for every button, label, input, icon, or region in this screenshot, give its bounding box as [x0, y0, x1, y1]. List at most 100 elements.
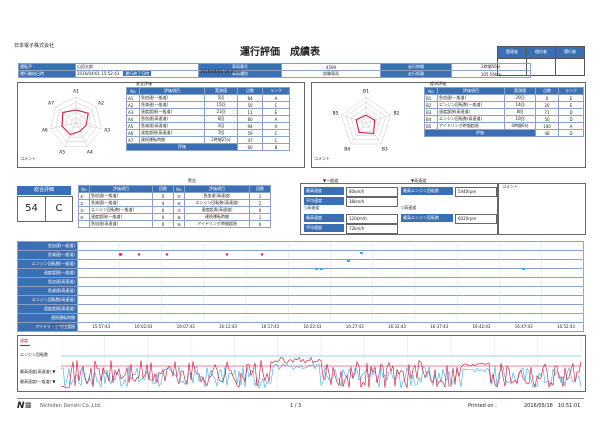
economy-cell: 71: [535, 108, 559, 116]
counts-cell: ⑥: [173, 199, 185, 207]
safety-row: A5 急減速(高速道) 2回 94 A: [126, 122, 290, 130]
counts-cell: 2: [249, 199, 271, 207]
page-title: 運行評価 成績表: [240, 47, 320, 58]
radar-axis-label: A6: [42, 128, 48, 134]
safety-row: A2 急減速(一般道) 15回 50 C: [126, 101, 290, 109]
economy-total-rank: D: [558, 129, 584, 137]
counts-cell: エンジン回転数(一般道): [89, 206, 153, 214]
counts-row: ① 急加速(一般道) 0 ⑤ 急加速(高速道) 1: [78, 192, 271, 200]
economy-total-row: 評価 48 D: [424, 129, 584, 137]
counts-cell: エンジン回転数(高速道): [184, 199, 250, 207]
time-tick-label: 16:12:43: [219, 324, 237, 329]
approval-stamp-box[interactable]: [555, 58, 585, 76]
counts-cell: ①: [78, 192, 90, 200]
counts-cell: 4: [152, 199, 174, 207]
counts-cell: アイドリング時間超過: [184, 220, 250, 228]
safety-table: No 評価項目 実測値 点数 ランク A1 急加速(一般道) 5回 84 A A2 急減速(…: [126, 87, 290, 151]
safety-total-score: 60: [237, 143, 263, 151]
counts-cell: ②: [78, 199, 90, 207]
max-rpm-highway-label: 最高エンジン回転数: [401, 214, 453, 222]
safety-cell: 急減速(一般道): [139, 101, 205, 109]
event-label: 速度超過(一般道): [17, 268, 78, 278]
economy-cell: 8回: [504, 108, 536, 116]
safety-cell: 50: [237, 101, 263, 109]
economy-cell: 0: [535, 94, 559, 102]
safety-cell: 連続運転時間: [139, 136, 205, 144]
time-tick-label: 16:47:43: [514, 324, 533, 329]
col-header: 評価項目: [184, 185, 250, 193]
event-label: エンジン回転数(一般道): [17, 259, 78, 269]
safety-cell: 59: [237, 129, 263, 137]
safety-cell: 7回: [204, 129, 238, 137]
col-header: 実測値: [504, 87, 536, 95]
safety-cell: C: [262, 129, 290, 137]
col-header: 評価項目: [139, 87, 205, 95]
safety-cell: A: [262, 122, 290, 130]
counts-cell: 0: [152, 206, 174, 214]
economy-total-label: 評価: [424, 129, 536, 137]
avg-speed-general-label: 平均速度: [304, 197, 344, 205]
safety-radar-chart: A1 A2 A3 A4 A5 A6 A7: [42, 89, 110, 155]
max-speed-general-label: 最高速度: [304, 187, 344, 195]
economy-row: B1 急加速(一般道) 20回 0 E: [424, 94, 584, 102]
col-header: No: [173, 185, 185, 193]
counts-table: No 評価項目 回数 No 評価項目 回数 ① 急加速(一般道) 0 ⑤ 急加速(高速道…: [78, 185, 271, 228]
event-label: 速度超過(高速道): [17, 304, 78, 314]
safety-cell: C: [262, 136, 290, 144]
counts-caption: 警告: [188, 178, 196, 183]
event-marks: ★ ★ ★ ★ ★★: [77, 241, 584, 325]
economy-row: B5 アイドリング時間超過 0時間0分 100 A: [424, 122, 584, 130]
counts-row: ④ 速度超過(一般道) 0 ⑧ 連続運転時間 1: [78, 213, 271, 221]
economy-comment-label: コメント: [314, 156, 330, 161]
economy-table: No 評価項目 実測値 点数 ランク B1 急加速(一般道) 20回 0 E B2 エンジン…: [424, 87, 584, 137]
safety-cell: 47: [237, 136, 263, 144]
event-marker: ★: [137, 252, 142, 258]
max-speed-highway: 120km/h: [346, 214, 398, 224]
brand-logo: N≡: [17, 401, 33, 411]
safety-row: A4 急加速(高速道) 6回 80 A: [126, 115, 290, 123]
general-caption: ▼一般道: [323, 178, 339, 183]
safety-cell: A4: [126, 115, 140, 123]
time-tick-label: 16:42:43: [472, 324, 491, 329]
approval-label: 検討者: [526, 46, 556, 59]
radar-axis-label: B2: [393, 111, 399, 117]
economy-cell: A: [558, 122, 584, 130]
col-header: 点数: [237, 87, 263, 95]
safety-cell: 84: [237, 94, 263, 102]
time-tick-label: 16:07:43: [176, 324, 195, 329]
event-marker: [315, 268, 318, 270]
counts-cell: 速度超過(高速道): [184, 206, 250, 214]
radar-axis-label: A2: [98, 101, 104, 107]
legend-max-general: 最高速度(一般道) ▼: [20, 379, 56, 384]
economy-cell: D: [558, 115, 584, 123]
safety-cell: 急加速(一般道): [139, 94, 205, 102]
approval-label: 管理者: [497, 46, 527, 59]
event-marker: [360, 252, 363, 254]
counts-cell: ⑨: [173, 220, 185, 228]
economy-cell: 0時間0分: [504, 122, 536, 130]
economy-cell: 50: [535, 115, 559, 123]
overall-rank: C: [45, 196, 73, 222]
safety-cell: A3: [126, 108, 140, 116]
col-header: ランク: [262, 87, 290, 95]
economy-cell: D: [558, 108, 584, 116]
safety-cell: A6: [126, 129, 140, 137]
legend-max-highway: 最高速度(高速道) ▼: [20, 369, 56, 374]
col-header: No: [126, 87, 140, 95]
col-header: 評価項目: [437, 87, 505, 95]
footer-page: 1 / 3: [290, 403, 302, 409]
safety-cell: C: [262, 101, 290, 109]
max-rpm-highway: 6020rpm: [455, 214, 497, 224]
col-header: No: [424, 87, 438, 95]
counts-cell: 速度超過(一般道): [89, 213, 153, 221]
counts-cell: ⑤: [173, 192, 185, 200]
overall-label: 総合評価: [17, 186, 71, 195]
safety-cell: 速度超過(高速道): [139, 129, 205, 137]
end-label: 運行終了日時: [123, 71, 152, 76]
time-value: 2時間56分: [451, 63, 531, 71]
time-label: 走行時間: [380, 63, 452, 71]
legend-rpm: エンジン回転数: [20, 352, 48, 357]
radar-axis-label: A7: [48, 101, 54, 107]
safety-cell: A: [262, 115, 290, 123]
time-tick-label: 16:22:43: [303, 324, 322, 329]
